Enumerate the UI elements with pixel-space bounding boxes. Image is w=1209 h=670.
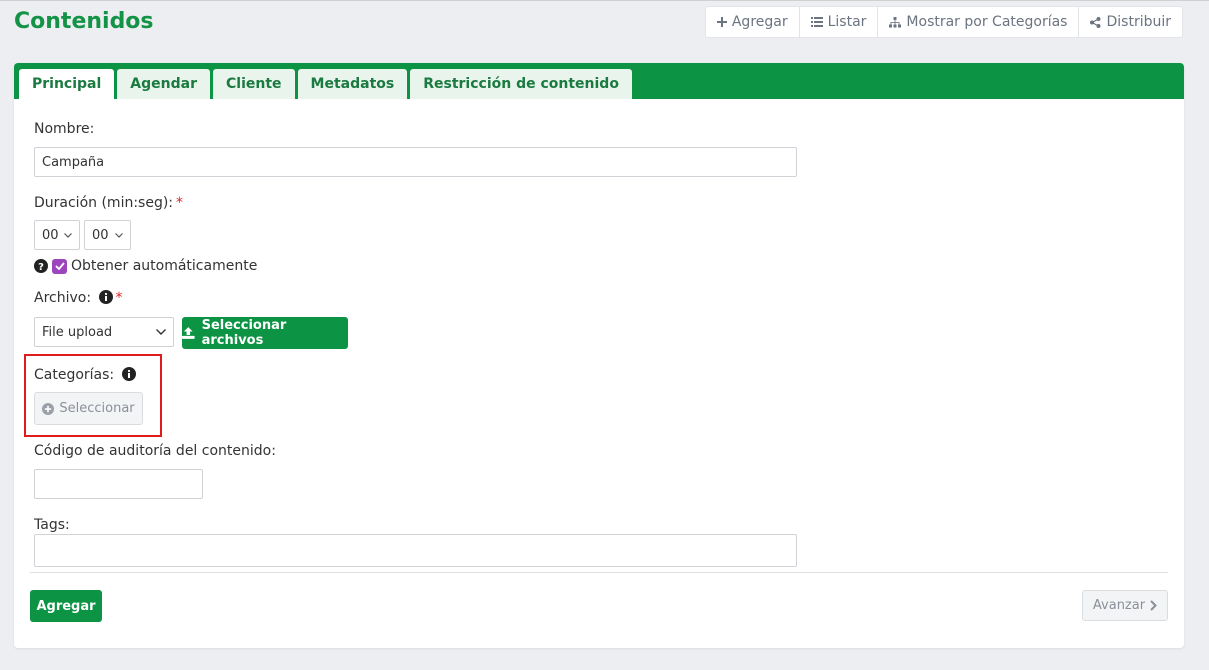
- duration-label-text: Duración (min:seg):: [34, 195, 174, 211]
- tab-agendar[interactable]: Agendar: [117, 69, 210, 99]
- name-input[interactable]: Campaña: [34, 147, 797, 177]
- question-circle-icon[interactable]: ?: [34, 259, 48, 273]
- chevron-down-icon: [156, 329, 166, 335]
- info-icon[interactable]: [121, 367, 136, 381]
- file-label: Archivo: *: [34, 290, 123, 306]
- add-content-button[interactable]: Agregar: [30, 590, 102, 622]
- required-marker: *: [115, 290, 123, 306]
- tags-input[interactable]: [34, 534, 797, 567]
- plus-circle-icon: [42, 402, 55, 415]
- add-button[interactable]: Agregar: [706, 7, 799, 37]
- tab-cliente[interactable]: Cliente: [213, 69, 295, 99]
- categories-label: Categorías:: [34, 367, 136, 383]
- chevron-down-icon: [64, 232, 72, 238]
- audit-code-label: Código de auditoría del contenido:: [34, 443, 276, 459]
- show-by-categories-button[interactable]: Mostrar por Categorías: [877, 7, 1078, 37]
- select-categories-button[interactable]: Seleccionar: [34, 392, 143, 425]
- tags-label: Tags:: [34, 517, 70, 533]
- distribute-button-label: Distribuir: [1106, 14, 1171, 30]
- add-content-label: Agregar: [36, 598, 96, 614]
- tab-bar: Principal Agendar Cliente Metadatos Rest…: [14, 63, 1184, 99]
- list-button[interactable]: Listar: [798, 7, 878, 37]
- page-title: Contenidos: [14, 9, 154, 34]
- categories-label-text: Categorías:: [34, 367, 115, 383]
- select-files-label: Seleccionar archivos: [201, 318, 287, 348]
- duration-label: Duración (min:seg): *: [34, 195, 183, 211]
- select-categories-label: Seleccionar: [59, 401, 135, 416]
- tab-content-restriction[interactable]: Restricción de contenido: [410, 69, 632, 99]
- auto-duration-row: ? Obtener automáticamente: [34, 258, 257, 274]
- upload-icon: [182, 327, 195, 339]
- duration-seconds-select[interactable]: 00: [84, 220, 131, 250]
- auto-duration-checkbox[interactable]: [52, 258, 67, 274]
- info-icon[interactable]: [98, 290, 113, 304]
- content-form-card: Principal Agendar Cliente Metadatos Rest…: [14, 63, 1184, 648]
- list-button-label: Listar: [827, 14, 867, 30]
- svg-text:?: ?: [38, 262, 44, 273]
- file-label-text: Archivo:: [34, 290, 92, 306]
- plus-icon: [716, 17, 727, 27]
- top-action-bar: Agregar Listar Mostrar por Categorías Di…: [704, 6, 1183, 38]
- duration-seconds-value: 00: [92, 227, 109, 243]
- sitemap-icon: [889, 16, 902, 27]
- distribute-button[interactable]: Distribuir: [1078, 7, 1182, 37]
- next-button-label: Avanzar: [1092, 598, 1146, 613]
- name-label: Nombre:: [34, 121, 95, 137]
- file-source-value: File upload: [42, 324, 113, 340]
- add-button-label: Agregar: [731, 14, 788, 30]
- duration-minutes-value: 00: [42, 227, 59, 243]
- required-marker: *: [176, 195, 184, 211]
- chevron-right-icon: [1150, 600, 1157, 611]
- list-icon: [810, 17, 823, 27]
- select-files-button[interactable]: Seleccionar archivos: [182, 317, 348, 349]
- tab-metadatos[interactable]: Metadatos: [297, 69, 408, 99]
- divider: [30, 572, 1168, 573]
- chevron-down-icon: [115, 232, 123, 238]
- show-by-categories-label: Mostrar por Categorías: [906, 14, 1068, 30]
- share-icon: [1090, 16, 1101, 28]
- next-button[interactable]: Avanzar: [1082, 590, 1168, 621]
- auto-duration-label: Obtener automáticamente: [71, 258, 258, 274]
- check-icon: [54, 262, 65, 270]
- duration-minutes-select[interactable]: 00: [34, 220, 80, 250]
- file-source-select[interactable]: File upload: [34, 317, 174, 347]
- tab-principal[interactable]: Principal: [19, 69, 115, 99]
- audit-code-input[interactable]: [34, 469, 203, 499]
